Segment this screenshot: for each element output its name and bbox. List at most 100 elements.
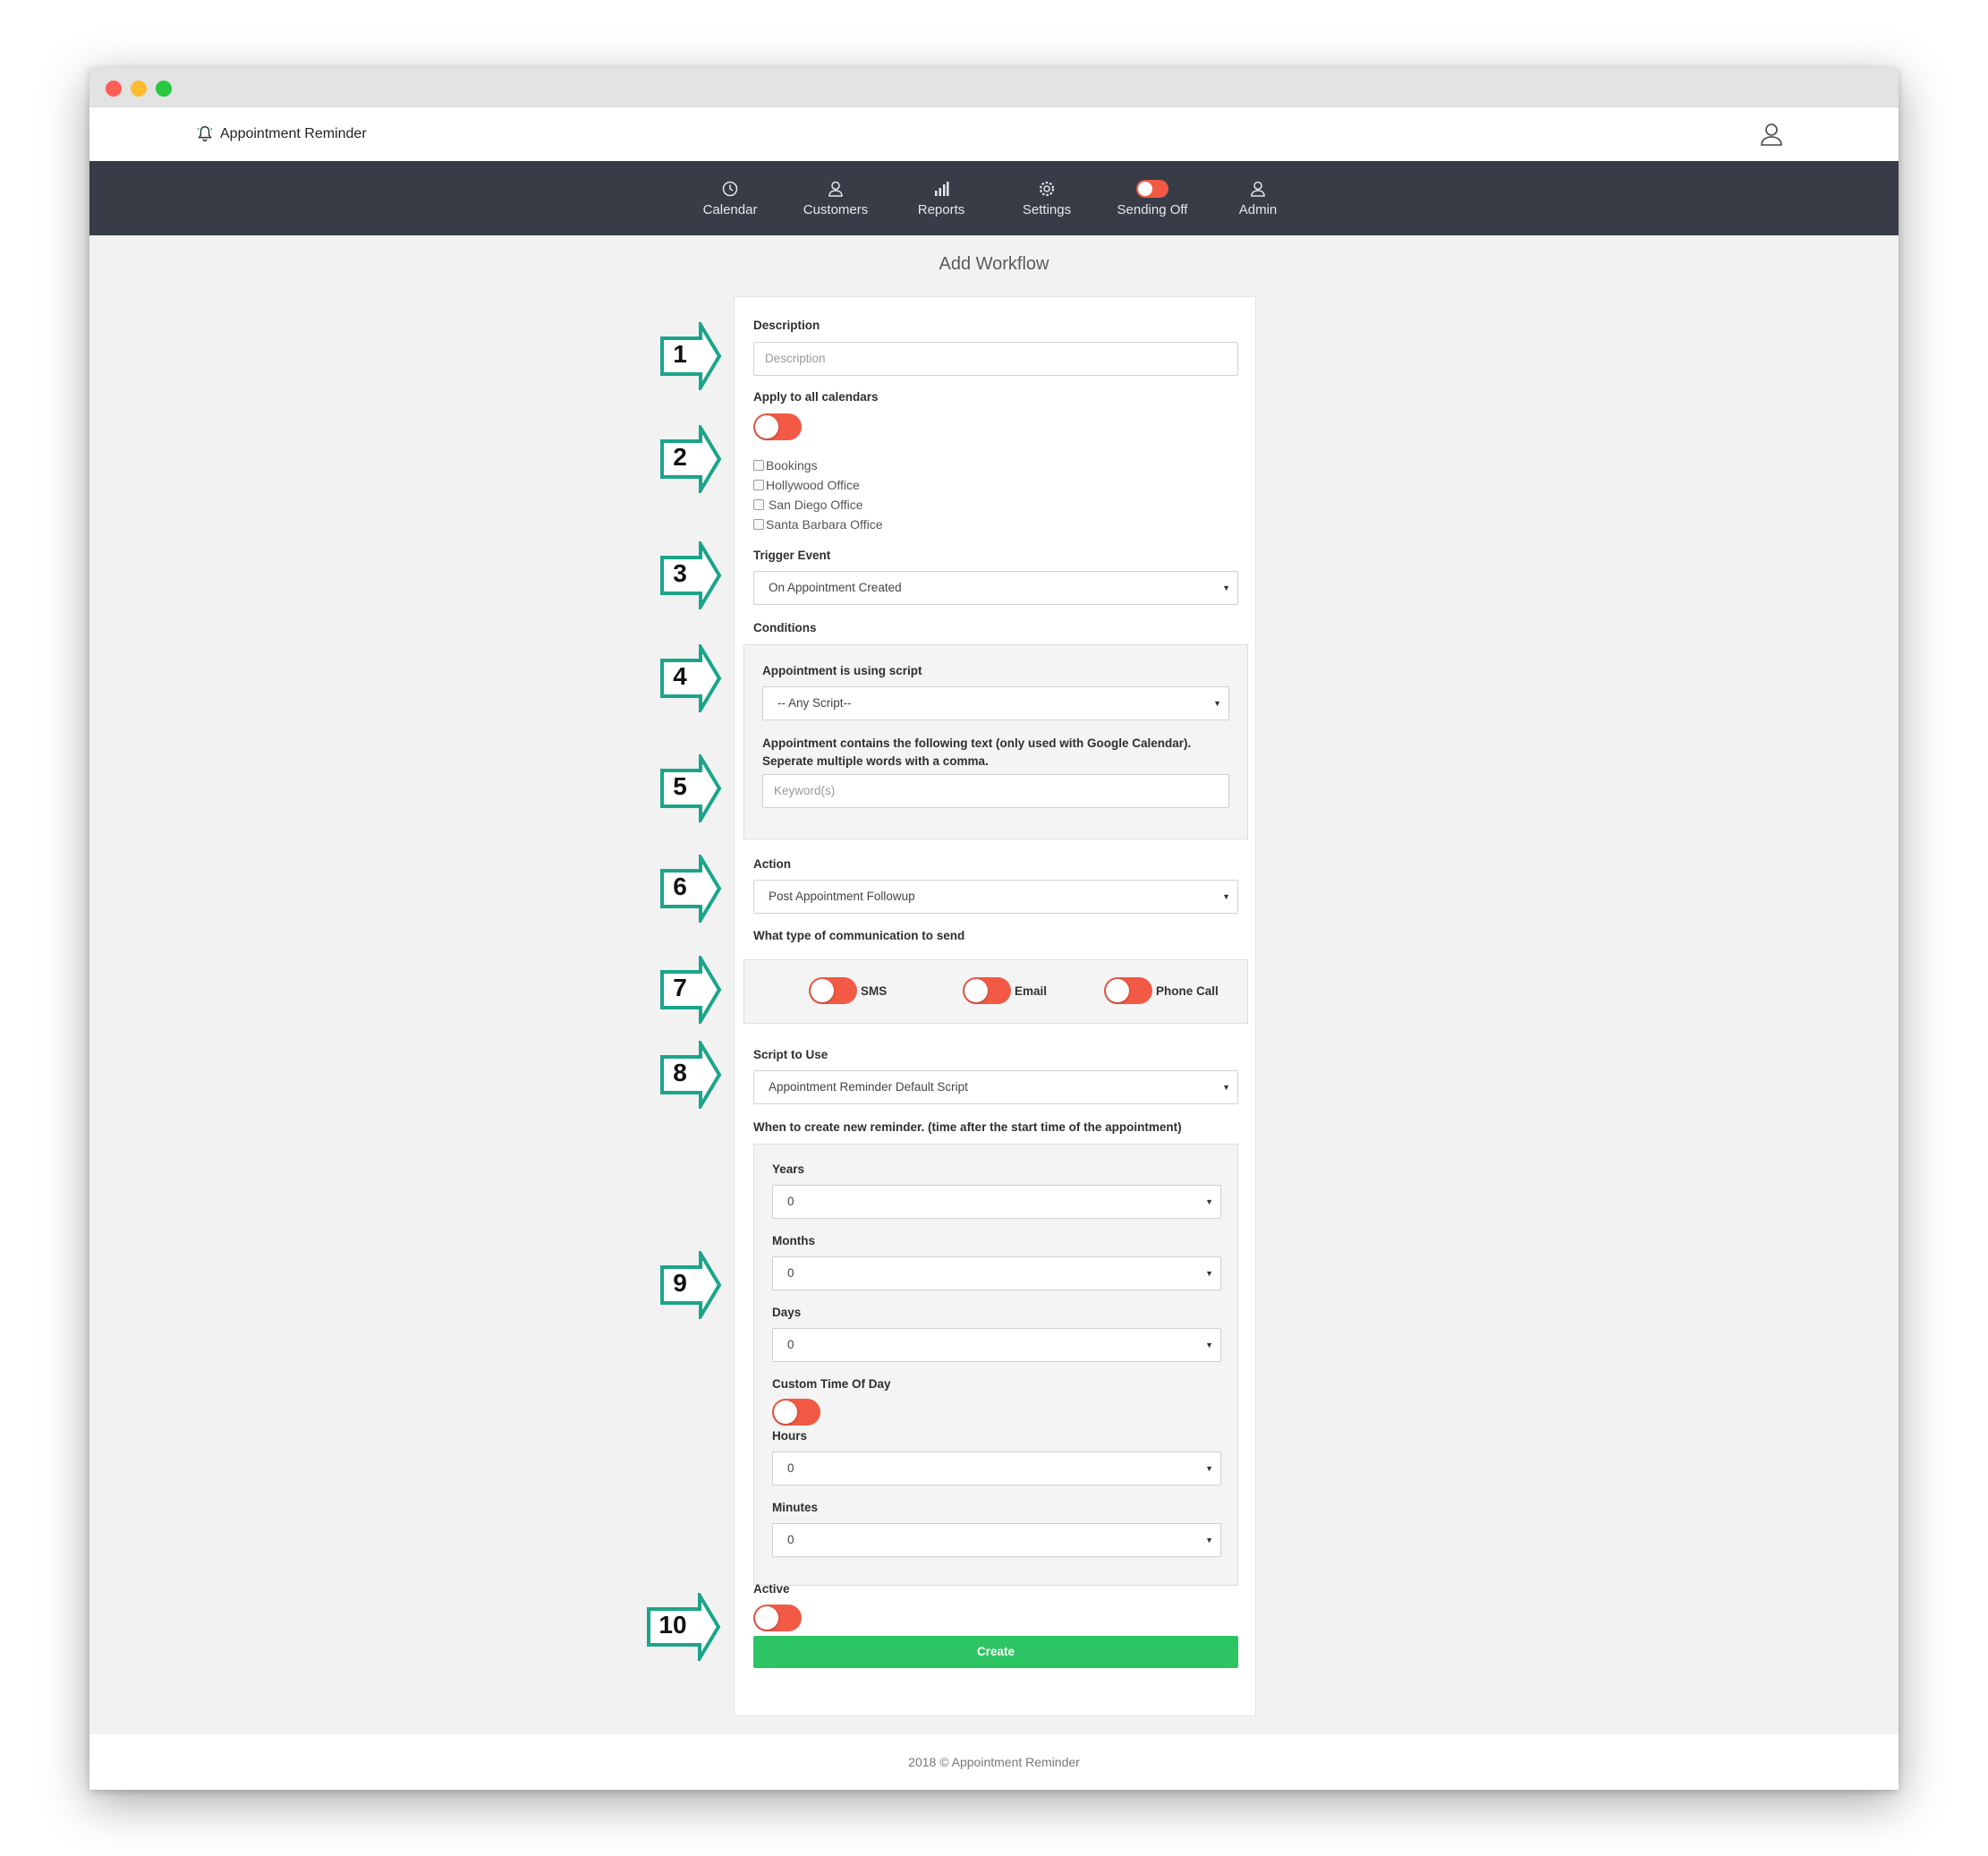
- admin-person-icon: [1251, 181, 1265, 197]
- action-label: Action: [753, 857, 791, 871]
- conditions-panel: Appointment is using script -- Any Scrip…: [743, 644, 1248, 839]
- browser-window: Appointment Reminder Calendar Customers …: [89, 68, 1899, 1790]
- email-toggle[interactable]: [963, 977, 1011, 1004]
- checkbox-label: Bookings: [766, 458, 818, 473]
- nav-item-reports[interactable]: Reports: [888, 161, 994, 235]
- app-brand[interactable]: Appointment Reminder: [195, 123, 367, 145]
- phone-call-toggle[interactable]: [1104, 977, 1152, 1004]
- caret-down-icon: ▼: [1205, 1269, 1213, 1278]
- days-select[interactable]: 0 ▼: [772, 1328, 1221, 1362]
- text-condition-line2: Seperate multiple words with a comma.: [762, 754, 989, 768]
- gear-icon: [1039, 181, 1055, 196]
- checkbox-label: Santa Barbara Office: [766, 517, 883, 532]
- sending-toggle-icon[interactable]: [1136, 179, 1168, 198]
- condition-script-value: -- Any Script--: [777, 696, 852, 710]
- minutes-label: Minutes: [772, 1501, 819, 1514]
- hours-label: Hours: [772, 1429, 808, 1443]
- callout-number: 1: [673, 340, 687, 368]
- script-label: Script to Use: [753, 1048, 828, 1061]
- months-label: Months: [772, 1234, 815, 1247]
- hours-value: 0: [787, 1461, 794, 1475]
- calendar-checkbox-santa-barbara[interactable]: Santa Barbara Office: [753, 517, 882, 532]
- callout-number: 7: [673, 974, 687, 1001]
- callout-number: 9: [673, 1269, 687, 1297]
- app-name: Appointment Reminder: [220, 126, 367, 141]
- main-nav: Calendar Customers Reports Settings Send…: [89, 161, 1899, 235]
- nav-item-calendar[interactable]: Calendar: [677, 161, 783, 235]
- callout-number: 5: [673, 772, 687, 800]
- top-bar: Appointment Reminder: [89, 107, 1899, 161]
- caret-down-icon: ▼: [1222, 583, 1230, 592]
- clock-icon: [722, 181, 738, 196]
- minutes-select[interactable]: 0 ▼: [772, 1523, 1221, 1557]
- apply-all-toggle[interactable]: [753, 413, 802, 440]
- close-window-button[interactable]: [106, 81, 122, 97]
- workflow-form: Description Description Apply to all cal…: [734, 296, 1256, 1716]
- nav-label: Settings: [1022, 201, 1072, 217]
- keyword-input[interactable]: Keyword(s): [762, 774, 1229, 808]
- bar-chart-icon: [935, 181, 949, 196]
- timing-panel: Years 0 ▼ Months 0 ▼ Days 0 ▼ Custom Time O…: [753, 1144, 1238, 1586]
- nav-label: Admin: [1238, 201, 1278, 217]
- callout-number: 10: [658, 1611, 687, 1639]
- window-titlebar: [89, 68, 1899, 107]
- action-value: Post Appointment Followup: [769, 890, 915, 903]
- caret-down-icon: ▼: [1205, 1464, 1213, 1473]
- sms-toggle[interactable]: [809, 977, 857, 1004]
- maximize-window-button[interactable]: [156, 81, 172, 97]
- active-toggle[interactable]: [753, 1605, 802, 1631]
- months-select[interactable]: 0 ▼: [772, 1256, 1221, 1290]
- hours-select[interactable]: 0 ▼: [772, 1452, 1221, 1486]
- nav-item-admin[interactable]: Admin: [1205, 161, 1311, 235]
- nav-item-sending-toggle[interactable]: Sending Off: [1100, 161, 1205, 235]
- footer: 2018 © Appointment Reminder: [89, 1734, 1899, 1790]
- nav-label: Sending Off: [1117, 201, 1188, 217]
- nav-item-settings[interactable]: Settings: [994, 161, 1100, 235]
- checkbox[interactable]: [753, 519, 764, 530]
- callout-number: 8: [673, 1059, 687, 1086]
- checkbox[interactable]: [753, 499, 764, 510]
- checkbox[interactable]: [753, 460, 764, 471]
- calendar-checkbox-san-diego[interactable]: San Diego Office: [753, 498, 863, 512]
- custom-time-toggle[interactable]: [772, 1399, 820, 1426]
- minimize-window-button[interactable]: [131, 81, 147, 97]
- timing-label: When to create new reminder. (time after…: [753, 1120, 1182, 1134]
- minutes-value: 0: [787, 1533, 794, 1546]
- communication-panel: SMS Email Phone Call: [743, 959, 1248, 1024]
- trigger-select[interactable]: On Appointment Created ▼: [753, 571, 1238, 605]
- years-value: 0: [787, 1195, 794, 1208]
- email-label: Email: [1015, 984, 1048, 998]
- checkbox[interactable]: [753, 480, 764, 490]
- calendar-checkbox-hollywood[interactable]: Hollywood Office: [753, 478, 860, 492]
- script-select[interactable]: Appointment Reminder Default Script ▼: [753, 1070, 1238, 1104]
- custom-time-label: Custom Time Of Day: [772, 1377, 891, 1391]
- text-condition-line1: Appointment contains the following text …: [762, 736, 1192, 750]
- phone-call-label: Phone Call: [1156, 984, 1219, 998]
- active-label: Active: [753, 1582, 790, 1596]
- caret-down-icon: ▼: [1205, 1197, 1213, 1206]
- action-select[interactable]: Post Appointment Followup ▼: [753, 880, 1238, 914]
- script-value: Appointment Reminder Default Script: [769, 1080, 968, 1094]
- nav-item-customers[interactable]: Customers: [783, 161, 888, 235]
- page-title: Add Workflow: [939, 254, 1049, 274]
- description-label: Description: [753, 319, 820, 332]
- nav-label: Reports: [917, 201, 965, 217]
- callout-number: 2: [673, 443, 687, 471]
- create-button[interactable]: Create: [753, 1636, 1238, 1668]
- checkbox-label: Hollywood Office: [766, 478, 860, 492]
- caret-down-icon: ▼: [1222, 1083, 1230, 1092]
- conditions-label: Conditions: [753, 621, 817, 634]
- days-value: 0: [787, 1338, 794, 1351]
- condition-script-select[interactable]: -- Any Script-- ▼: [762, 686, 1229, 720]
- script-condition-label: Appointment is using script: [762, 664, 922, 677]
- nav-label: Calendar: [702, 201, 758, 217]
- years-select[interactable]: 0 ▼: [772, 1185, 1221, 1219]
- caret-down-icon: ▼: [1213, 699, 1221, 708]
- days-label: Days: [772, 1306, 802, 1319]
- user-account-icon[interactable]: [1759, 122, 1784, 147]
- description-input[interactable]: Description: [753, 342, 1238, 376]
- communication-label: What type of communication to send: [753, 929, 965, 942]
- calendar-checkbox-bookings[interactable]: Bookings: [753, 458, 818, 473]
- checkbox-label: San Diego Office: [769, 498, 863, 512]
- bell-logo-icon: [197, 126, 213, 142]
